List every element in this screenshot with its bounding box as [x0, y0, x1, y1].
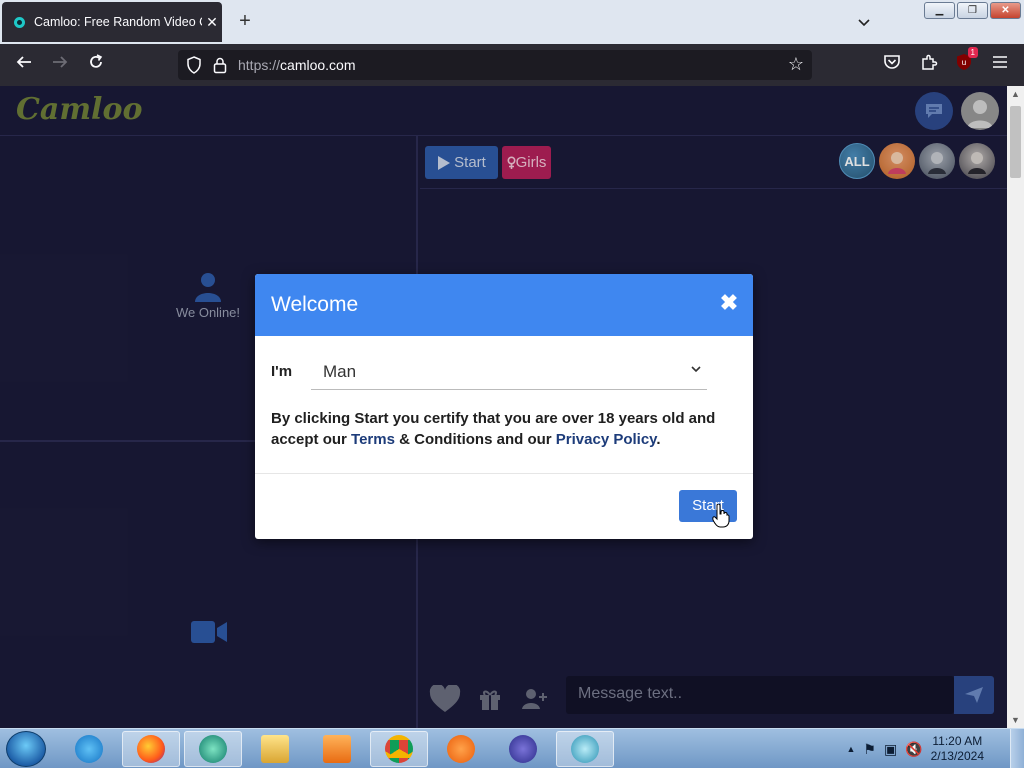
tab-close-icon[interactable]: ✕ — [202, 14, 222, 31]
gender-select[interactable]: Man — [311, 354, 707, 390]
minimize-window-button[interactable]: ▁ — [924, 2, 955, 19]
internet-explorer-taskbar-icon[interactable] — [60, 731, 118, 767]
back-button[interactable] — [12, 53, 36, 77]
bookmark-star-icon[interactable]: ☆ — [788, 54, 804, 75]
network-icon[interactable]: ▣ — [884, 741, 897, 758]
pocket-button[interactable] — [880, 53, 904, 77]
forward-button[interactable] — [48, 53, 72, 77]
modal-footer-divider — [255, 473, 753, 474]
clock-time: 11:20 AM — [932, 734, 983, 748]
new-tab-button[interactable]: + — [234, 10, 256, 32]
scroll-down-arrow-icon[interactable]: ▼ — [1007, 712, 1024, 728]
lock-icon[interactable] — [212, 56, 228, 74]
system-clock[interactable]: 11:20 AM 2/13/2024 — [931, 734, 984, 764]
volume-muted-icon[interactable]: 🔇 — [905, 741, 922, 758]
reload-button[interactable] — [84, 53, 108, 77]
back-arrow-icon — [16, 56, 31, 68]
windows-taskbar: ▲ ⚑ ▣ 🔇 11:20 AM 2/13/2024 — [0, 728, 1024, 768]
forward-arrow-icon — [53, 56, 68, 68]
browser-navbar: https://camloo.com ☆ u 1 — [0, 44, 1024, 86]
modal-close-icon[interactable]: ✖ — [719, 291, 739, 315]
chrome-taskbar-icon[interactable] — [370, 731, 428, 767]
hamburger-menu-icon — [993, 56, 1007, 68]
welcome-modal: Welcome ✖ I'm Man By clicking Start you … — [255, 274, 753, 539]
chat-app-taskbar-icon[interactable] — [184, 731, 242, 767]
notice-text-middle: & Conditions and our — [394, 431, 556, 448]
gender-selected-value: Man — [323, 362, 357, 381]
site-favicon-icon — [14, 16, 25, 28]
scrollbar-thumb[interactable] — [1010, 106, 1021, 178]
chevron-down-icon — [691, 366, 701, 373]
close-window-button[interactable]: ✕ — [990, 2, 1021, 19]
avast-taskbar-icon[interactable] — [432, 731, 490, 767]
svg-text:u: u — [962, 58, 966, 67]
chevron-down-icon — [858, 19, 870, 27]
hand-pointer-cursor-icon — [712, 503, 730, 533]
tracking-shield-icon[interactable] — [186, 56, 202, 74]
file-explorer-taskbar-icon[interactable] — [246, 731, 304, 767]
tab-title: Camloo: Free Random Video Chat — [34, 15, 202, 29]
clock-date: 2/13/2024 — [930, 749, 984, 763]
browser-tabstrip: Camloo: Free Random Video Chat ✕ + ▁ ❐ ✕ — [0, 0, 1024, 44]
show-desktop-button[interactable] — [1010, 729, 1024, 768]
extensions-button[interactable] — [917, 53, 941, 77]
action-center-flag-icon[interactable]: ⚑ — [863, 741, 876, 758]
webcam-app-taskbar-icon[interactable] — [556, 731, 614, 767]
modal-title: Welcome — [271, 293, 359, 316]
extension-badge: 1 — [967, 47, 978, 58]
system-tray: ▲ ⚑ ▣ 🔇 11:20 AM 2/13/2024 — [846, 733, 984, 765]
ublock-extension-button[interactable]: u 1 — [952, 47, 978, 77]
gender-label: I'm — [271, 363, 293, 380]
url-text: https://camloo.com — [238, 57, 356, 73]
firefox-taskbar-icon[interactable] — [122, 731, 180, 767]
notice-text-end: . — [656, 431, 661, 448]
modal-header: Welcome ✖ — [255, 274, 753, 336]
media-player-taskbar-icon[interactable] — [308, 731, 366, 767]
page-scrollbar[interactable]: ▲ ▼ — [1007, 86, 1024, 728]
scroll-up-arrow-icon[interactable]: ▲ — [1007, 86, 1024, 102]
terms-link[interactable]: Terms — [351, 431, 395, 448]
pocket-icon — [884, 55, 900, 69]
reload-icon — [90, 54, 103, 68]
app-menu-button[interactable] — [988, 53, 1012, 77]
windows-start-button[interactable] — [6, 731, 46, 767]
puzzle-icon — [922, 54, 938, 70]
privacy-policy-link[interactable]: Privacy Policy — [556, 431, 657, 448]
address-bar[interactable]: https://camloo.com ☆ — [178, 50, 812, 80]
show-hidden-icons-arrow-icon[interactable]: ▲ — [846, 744, 855, 754]
browser-tab[interactable]: Camloo: Free Random Video Chat ✕ — [2, 2, 222, 42]
infinity-app-taskbar-icon[interactable] — [494, 731, 552, 767]
list-all-tabs-button[interactable] — [852, 10, 876, 34]
restore-window-button[interactable]: ❐ — [957, 2, 988, 19]
age-terms-notice: By clicking Start you certify that you a… — [271, 408, 741, 450]
